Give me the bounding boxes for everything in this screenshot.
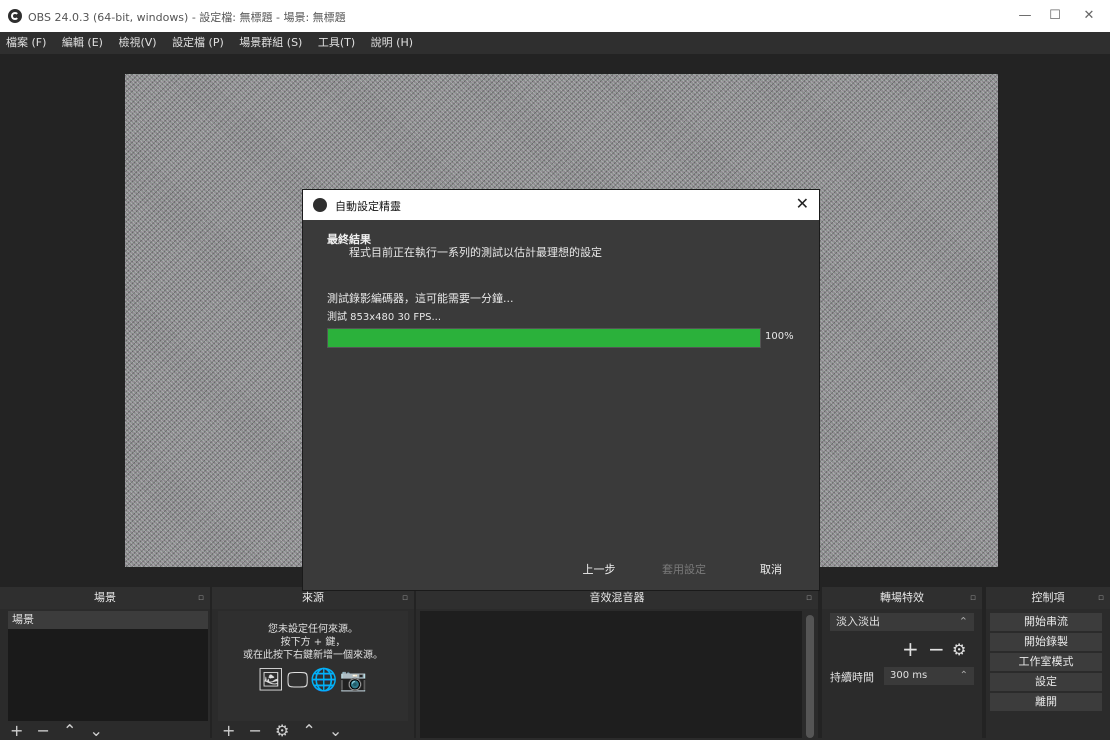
dock-float-icon[interactable]: ▫ [402,587,408,609]
source-type-icons: 🖼🖵🌐📷 [257,668,369,693]
dock-float-icon[interactable]: ▫ [970,587,976,609]
scene-list: 場景 [8,611,208,721]
transition-select[interactable]: 淡入淡出 ⌃ [830,613,974,631]
duration-label: 持續時間 [830,671,874,684]
progress-bar [327,328,761,348]
transitions-dock-title: 轉場特效 ▫ [822,587,982,609]
back-button[interactable]: 上一步 [561,560,637,580]
studio-mode-button[interactable]: 工作室模式 [990,653,1102,671]
transition-add-button[interactable]: + [902,637,919,661]
close-button[interactable]: ✕ [1074,6,1104,26]
obs-logo-icon [313,198,327,212]
controls-dock-title: 控制項 ▫ [986,587,1110,609]
menu-scene-collection[interactable]: 場景群組 (S) [233,32,308,54]
dialog-title: 自動設定精靈 [335,200,401,213]
maximize-button[interactable]: ☐ [1040,6,1070,26]
spinner-icon[interactable]: ⌃ [960,667,968,685]
cancel-button[interactable]: 取消 [733,560,809,580]
gear-icon[interactable]: ⚙ [952,640,966,659]
settings-button[interactable]: 設定 [990,673,1102,691]
minimize-button[interactable]: — [1010,6,1040,26]
scenes-dock: 場景 ▫ 場景 + − ⌃ ⌄ [0,587,210,740]
progress-label: 100% [765,331,794,342]
window-title: OBS 24.0.3 (64-bit, windows) - 設定檔: 無標題 … [28,11,346,24]
sources-dock: 來源 ▫ 您未設定任何來源。 按下方 + 鍵， 或在此按下右鍵新增一個來源。 🖼🖵… [212,587,414,740]
dialog-titlebar: 自動設定精靈 ✕ [303,190,819,220]
dock-float-icon[interactable]: ▫ [1098,587,1104,609]
transition-remove-button[interactable]: − [928,637,945,661]
progress-fill [328,329,760,347]
exit-button[interactable]: 離開 [990,693,1102,711]
docks-area: 場景 ▫ 場景 + − ⌃ ⌄ 來源 ▫ 您未設定任何來源。 按下方 + 鍵， 或在… [0,587,1110,740]
sources-empty-line-3: 或在此按下右鍵新增一個來源。 [243,650,383,661]
sources-empty-line-2: 按下方 + 鍵， [280,637,346,648]
menu-help[interactable]: 說明 (H) [365,32,419,54]
window-titlebar: OBS 24.0.3 (64-bit, windows) - 設定檔: 無標題 … [0,0,1110,32]
dock-float-icon[interactable]: ▫ [806,587,812,609]
auto-config-wizard-dialog: 自動設定精靈 ✕ 最終結果 程式目前正在執行一系列的測試以估計最理想的設定 測試… [303,190,819,590]
obs-logo-icon [8,9,22,23]
dialog-close-button[interactable]: ✕ [796,194,809,213]
sources-empty-line-1: 您未設定任何來源。 [268,624,358,635]
status-line-1: 測試錄影編碼器，這可能需要一分鐘... [327,292,514,305]
scene-list-item[interactable]: 場景 [8,611,208,629]
source-tools[interactable]: + − ⚙ ⌃ ⌄ [222,721,346,740]
menu-tools[interactable]: 工具(T) [312,32,361,54]
menu-file[interactable]: 檔案 (F) [0,32,52,54]
mixer-dock-title: 音效混音器 ▫ [416,587,818,609]
transitions-dock: 轉場特效 ▫ 淡入淡出 ⌃ + − ⚙ 持續時間 300 ms ⌃ [822,587,982,738]
mixer-panel [420,611,802,738]
menu-bar: 檔案 (F) 編輯 (E) 檢視(V) 設定檔 (P) 場景群組 (S) 工具(… [0,32,1110,54]
menu-view[interactable]: 檢視(V) [112,32,162,54]
duration-input[interactable]: 300 ms ⌃ [884,667,974,685]
select-arrow-icon: ⌃ [958,615,968,628]
start-streaming-button[interactable]: 開始串流 [990,613,1102,631]
status-line-2: 測試 853x480 30 FPS... [327,312,442,323]
sources-list[interactable]: 您未設定任何來源。 按下方 + 鍵， 或在此按下右鍵新增一個來源。 🖼🖵🌐📷 [218,611,408,721]
menu-profile[interactable]: 設定檔 (P) [166,32,230,54]
scenes-dock-title: 場景 ▫ [0,587,210,609]
menu-edit[interactable]: 編輯 (E) [56,32,109,54]
mixer-scrollbar[interactable] [806,615,814,738]
scene-tools[interactable]: + − ⌃ ⌄ [10,721,107,740]
dialog-subtitle: 程式目前正在執行一系列的測試以估計最理想的設定 [349,246,602,259]
apply-settings-button[interactable]: 套用設定 [645,560,723,580]
sources-dock-title: 來源 ▫ [212,587,414,609]
start-recording-button[interactable]: 開始錄製 [990,633,1102,651]
dock-float-icon[interactable]: ▫ [198,587,204,609]
